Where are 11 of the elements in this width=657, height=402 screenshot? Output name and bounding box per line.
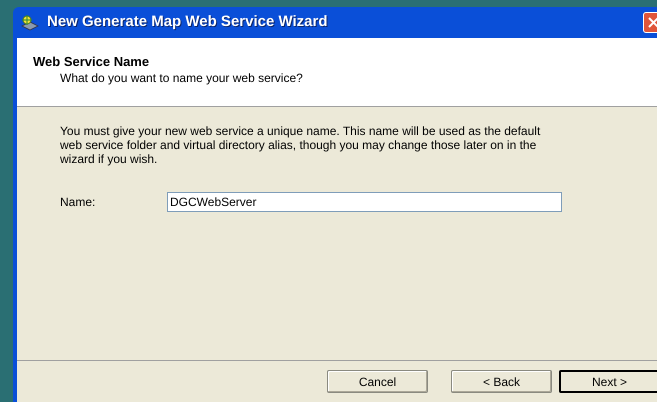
- wizard-button[interactable]: Next >: [559, 370, 657, 393]
- page-title: Web Service Name: [33, 54, 150, 70]
- window-title: New Generate Map Web Service Wizard: [47, 12, 328, 32]
- name-label: Name:: [60, 194, 96, 211]
- globe-map-icon: [21, 14, 39, 30]
- wizard-button[interactable]: Cancel: [327, 370, 428, 393]
- name-input[interactable]: DGCWebServer: [167, 192, 562, 212]
- page-subtitle: What do you want to name your web service?: [59, 70, 304, 86]
- description-text: You must give your new web service a unique name. This name will be used as the default web service folder and virtual directory alias, though you may change those later on in the wizard if you wish.: [60, 124, 542, 166]
- wizard-button[interactable]: < Back: [451, 370, 552, 393]
- close-icon: [648, 17, 657, 28]
